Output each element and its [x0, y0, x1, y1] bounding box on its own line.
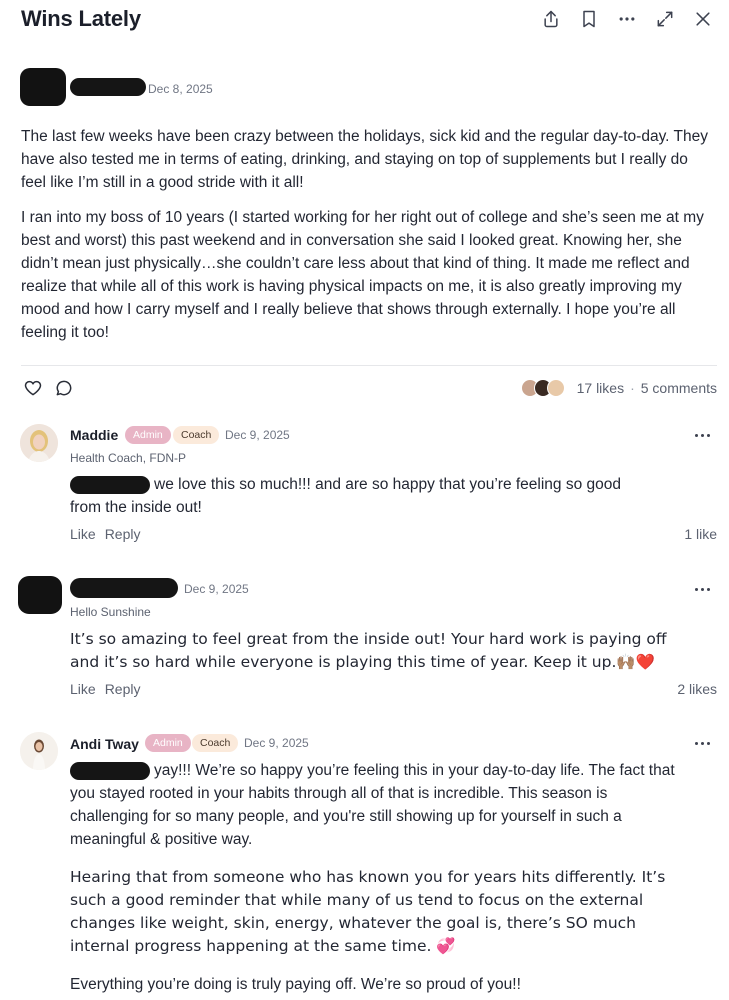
header: Wins Lately — [0, 0, 729, 42]
comment-item: Andi Tway Admin Coach Dec 9, 2025 yay!!!… — [0, 729, 729, 1000]
author-avatar-redacted[interactable] — [20, 68, 66, 106]
post-date: Dec 8, 2025 — [148, 82, 213, 96]
comment-like-count[interactable]: 2 likes — [677, 681, 717, 697]
admin-badge: Admin — [145, 734, 191, 752]
comment-body: It’s so amazing to feel great from the i… — [70, 630, 667, 671]
post-paragraph: The last few weeks have been crazy betwe… — [21, 128, 708, 191]
like-button[interactable]: Like — [70, 526, 96, 542]
mention-redacted[interactable] — [70, 761, 150, 780]
post-paragraph: I ran into my boss of 10 years (I starte… — [21, 209, 704, 341]
comment-date: Dec 9, 2025 — [225, 428, 290, 442]
comment-paragraph: yay!!! We’re so happy you’re feeling thi… — [70, 759, 680, 851]
comment-text: we love this so much!!! and are so happy… — [70, 473, 650, 519]
coach-badge: Coach — [173, 426, 220, 444]
post-stats: 17 likes · 5 comments — [520, 379, 717, 397]
comment-date: Dec 9, 2025 — [184, 582, 249, 596]
commenter-name[interactable]: Andi Tway — [70, 736, 139, 752]
avatar-redacted[interactable] — [18, 576, 62, 614]
post-body: The last few weeks have been crazy betwe… — [21, 125, 711, 356]
share-icon[interactable] — [540, 8, 562, 30]
post-actions: 17 likes · 5 comments — [21, 377, 717, 401]
comments-count[interactable]: 5 comments — [641, 380, 717, 396]
liker-avatars[interactable] — [520, 379, 565, 397]
comment-item: Dec 9, 2025 Hello Sunshine It’s so amazi… — [0, 575, 729, 705]
commenter-title: Hello Sunshine — [70, 605, 151, 619]
close-icon[interactable] — [692, 8, 714, 30]
avatar[interactable] — [20, 424, 58, 462]
coach-badge: Coach — [192, 734, 239, 752]
comment-body: we love this so much!!! and are so happy… — [70, 476, 622, 516]
comment-more-icon[interactable] — [695, 739, 711, 747]
comment-icon[interactable] — [54, 378, 76, 400]
divider — [21, 365, 717, 366]
heart-icon[interactable] — [23, 378, 45, 400]
comment-more-icon[interactable] — [695, 585, 711, 593]
likes-count[interactable]: 17 likes — [577, 380, 624, 396]
liker-avatar — [546, 379, 565, 397]
commenter-name[interactable]: Maddie — [70, 427, 118, 443]
post-author: Dec 8, 2025 — [20, 68, 700, 108]
page-title: Wins Lately — [21, 6, 141, 31]
comment-actions: Like Reply — [70, 681, 140, 697]
expand-icon[interactable] — [654, 8, 676, 30]
comment-paragraph: Everything you’re doing is truly paying … — [70, 976, 521, 993]
commenter-name-redacted[interactable] — [70, 578, 178, 598]
comment-paragraph: Hearing that from someone who has known … — [70, 868, 666, 955]
more-icon[interactable] — [616, 8, 638, 30]
comment-text: It’s so amazing to feel great from the i… — [70, 628, 680, 674]
comment-like-count[interactable]: 1 like — [684, 526, 717, 542]
comment-more-icon[interactable] — [695, 431, 711, 439]
comment-body: yay!!! We’re so happy you’re feeling thi… — [70, 762, 675, 848]
author-name-redacted[interactable] — [70, 78, 146, 96]
comment-text: yay!!! We’re so happy you’re feeling thi… — [70, 759, 680, 1000]
avatar[interactable] — [20, 732, 58, 770]
comment-item: Maddie Admin Coach Dec 9, 2025 Health Co… — [0, 421, 729, 551]
stats-separator: · — [630, 380, 635, 396]
mention-redacted[interactable] — [70, 475, 150, 494]
reply-button[interactable]: Reply — [105, 526, 141, 542]
like-button[interactable]: Like — [70, 681, 96, 697]
commenter-title: Health Coach, FDN-P — [70, 451, 187, 465]
admin-badge: Admin — [125, 426, 171, 444]
bookmark-icon[interactable] — [578, 8, 600, 30]
reply-button[interactable]: Reply — [105, 681, 141, 697]
comment-actions: Like Reply — [70, 526, 140, 542]
comment-date: Dec 9, 2025 — [244, 736, 309, 750]
